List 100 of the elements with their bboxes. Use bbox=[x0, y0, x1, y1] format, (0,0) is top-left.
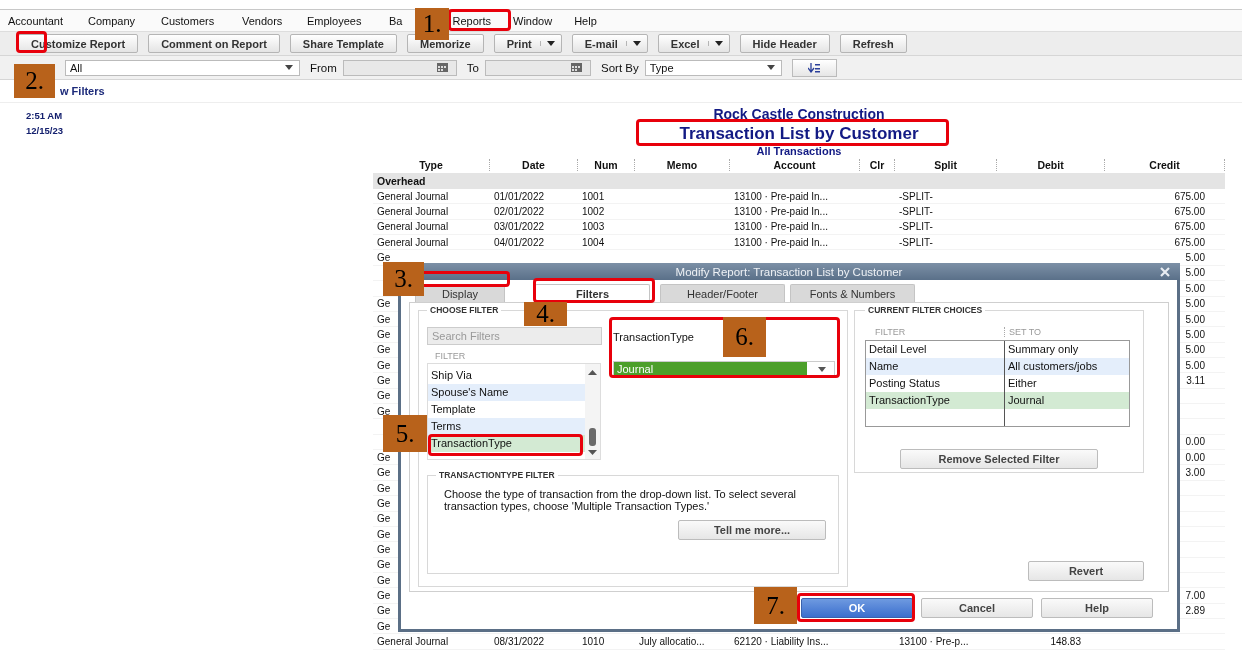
table-cell: 62120 · Liability Ins... bbox=[734, 636, 829, 648]
close-icon[interactable] bbox=[1160, 267, 1170, 277]
table-cell: 7.00 bbox=[1185, 590, 1205, 601]
dialog-button[interactable]: Cancel bbox=[921, 598, 1033, 618]
table-cell: General Journal bbox=[377, 636, 449, 648]
menu-item[interactable]: Reports bbox=[452, 14, 491, 27]
remove-filter-button[interactable]: Remove Selected Filter bbox=[900, 449, 1098, 469]
filter-list-item[interactable]: Ship Via bbox=[428, 367, 585, 384]
table-cell[interactable]: TransactionType bbox=[866, 392, 1005, 409]
to-label: To bbox=[466, 61, 479, 74]
column-header[interactable]: Split bbox=[895, 159, 997, 171]
menu-item[interactable]: Company bbox=[88, 14, 161, 27]
table-cell: 675.00 bbox=[1174, 190, 1205, 202]
column-header[interactable]: Credit bbox=[1105, 159, 1225, 171]
table-cell: Ge bbox=[377, 620, 391, 632]
table-cell[interactable]: Summary only bbox=[1005, 341, 1079, 358]
tell-me-more-button[interactable]: Tell me more... bbox=[678, 520, 826, 540]
filter-list-item[interactable]: Spouse's Name bbox=[428, 384, 585, 401]
dates-dropdown[interactable]: All bbox=[65, 59, 300, 76]
table-cell[interactable]: Journal bbox=[1005, 392, 1045, 409]
table-cell: -SPLIT- bbox=[899, 221, 933, 233]
table-cell: General Journal bbox=[377, 221, 449, 233]
column-header: FILTER bbox=[435, 351, 467, 361]
table-cell[interactable]: Name bbox=[866, 358, 1005, 375]
group-label: Overhead bbox=[377, 175, 426, 187]
table-cell: Ge bbox=[377, 467, 391, 479]
calendar-icon bbox=[571, 63, 582, 72]
table-cell: Ge bbox=[377, 605, 391, 617]
table-cell: 5.00 bbox=[1185, 328, 1205, 340]
table-cell: 5.00 bbox=[1185, 344, 1205, 356]
table-cell: Ge bbox=[377, 543, 391, 555]
step-badge: 2. bbox=[14, 64, 55, 98]
menu-item[interactable]: Help bbox=[574, 14, 597, 27]
table-cell: Ge bbox=[377, 359, 391, 371]
table-cell: Ge bbox=[377, 497, 391, 509]
table-cell: 5.00 bbox=[1185, 359, 1205, 371]
table-cell: 1001 bbox=[582, 190, 605, 202]
menu-item[interactable]: Vendors bbox=[242, 14, 307, 27]
table-cell: 5.00 bbox=[1185, 298, 1205, 310]
sort-by-dropdown[interactable]: Type bbox=[644, 59, 782, 76]
sort-order-button[interactable] bbox=[791, 58, 837, 77]
table-cell: Ge bbox=[377, 390, 391, 402]
table-cell: 08/31/2022 bbox=[494, 636, 545, 648]
table-cell: 13100 · Pre-paid In... bbox=[734, 236, 828, 248]
table-cell: 1004 bbox=[582, 236, 605, 248]
group-heading: CURRENT FILTER CHOICES bbox=[867, 305, 984, 315]
from-date-field[interactable] bbox=[342, 59, 457, 76]
from-label: From bbox=[310, 61, 337, 74]
table-cell: Ge bbox=[377, 559, 391, 571]
column-header[interactable]: Type bbox=[373, 159, 490, 171]
toolbar-button[interactable]: E-mail bbox=[571, 34, 648, 53]
tab[interactable]: Fonts & Numbers bbox=[790, 284, 915, 302]
table-cell: 5.00 bbox=[1185, 282, 1205, 294]
report-subtitle: All Transactions bbox=[756, 145, 842, 157]
toolbar-button[interactable]: Comment on Report bbox=[148, 34, 280, 53]
menu-item[interactable]: Ba bbox=[389, 14, 403, 27]
menu-item[interactable]: Window bbox=[513, 14, 553, 27]
column-header[interactable]: Account bbox=[730, 159, 860, 171]
sort-by-label: Sort By bbox=[601, 61, 639, 74]
tab[interactable]: Header/Footer bbox=[660, 284, 785, 302]
table-cell: 02/01/2022 bbox=[494, 206, 545, 218]
table-cell: 675.00 bbox=[1174, 221, 1205, 233]
table-cell: 675.00 bbox=[1174, 206, 1205, 218]
table-cell[interactable]: All customers/jobs bbox=[1005, 358, 1098, 375]
table-cell: Ge bbox=[377, 482, 391, 494]
filter-list-item[interactable]: Template bbox=[428, 401, 585, 418]
column-header[interactable]: Date bbox=[490, 159, 578, 171]
table-cell: General Journal bbox=[377, 190, 449, 202]
menu-item[interactable]: Employees bbox=[307, 14, 389, 27]
table-cell: 675.00 bbox=[1174, 236, 1205, 248]
table-cell: -SPLIT- bbox=[899, 236, 933, 248]
dialog-button[interactable]: Help bbox=[1041, 598, 1153, 618]
column-header[interactable]: Num bbox=[578, 159, 635, 171]
table-cell: 04/01/2022 bbox=[494, 236, 545, 248]
table-cell[interactable]: Either bbox=[1005, 375, 1037, 392]
show-filters-link[interactable]: w Filters bbox=[60, 85, 105, 97]
table-cell: 2.89 bbox=[1185, 605, 1205, 617]
column-header[interactable]: Memo bbox=[635, 159, 730, 171]
to-date-field[interactable] bbox=[485, 59, 591, 76]
toolbar-button[interactable]: Share Template bbox=[289, 34, 397, 53]
table-cell: Ge bbox=[377, 313, 391, 325]
column-header[interactable]: Debit bbox=[997, 159, 1105, 171]
table-cell: 1002 bbox=[582, 206, 605, 218]
table-cell: July allocatio... bbox=[639, 636, 705, 648]
column-header[interactable]: Clr bbox=[860, 159, 895, 171]
toolbar-button[interactable]: Refresh bbox=[839, 34, 907, 53]
table-cell: -SPLIT- bbox=[899, 206, 933, 218]
scrollbar[interactable] bbox=[585, 364, 600, 459]
search-field[interactable]: Search Filters bbox=[427, 327, 602, 345]
table-cell: Ge bbox=[377, 405, 391, 417]
toolbar-button[interactable]: Hide Header bbox=[739, 34, 830, 53]
group-heading: CHOOSE FILTER bbox=[429, 305, 500, 315]
table-cell: General Journal bbox=[377, 206, 449, 218]
menu-item[interactable]: Customers bbox=[161, 14, 242, 27]
dialog-button[interactable]: OK bbox=[801, 598, 913, 618]
menu-item[interactable]: Accountant bbox=[8, 14, 88, 27]
revert-button[interactable]: Revert bbox=[1028, 561, 1144, 581]
toolbar-button[interactable]: Excel bbox=[657, 34, 730, 53]
caret-icon bbox=[625, 41, 641, 46]
toolbar-button[interactable]: Print bbox=[493, 34, 562, 53]
